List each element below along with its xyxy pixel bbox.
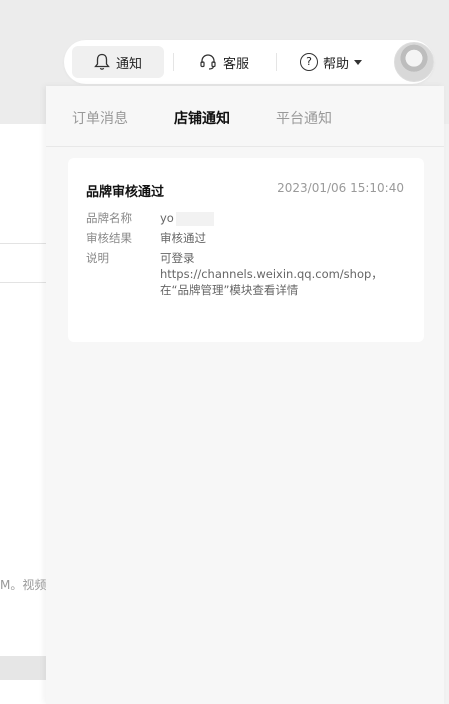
brand-name-value: yo — [160, 211, 174, 225]
redacted-block — [175, 211, 214, 226]
background-text-fragment: M。视频 — [0, 578, 47, 592]
help-dropdown[interactable]: ? 帮助 — [286, 46, 376, 78]
top-toolbar: 通知 客服 ? 帮助 — [64, 40, 434, 84]
notification-panel: 订单消息 店铺通知 平台通知 品牌审核通过 2023/01/06 15:10:4… — [46, 86, 444, 704]
review-result-label: 审核结果 — [86, 231, 132, 245]
notify-button[interactable]: 通知 — [72, 46, 164, 78]
toolbar-divider — [276, 53, 277, 71]
notify-label: 通知 — [115, 56, 142, 72]
note-link[interactable]: https://channels.weixin.qq.com/shop， — [160, 266, 383, 282]
tab-shop-notices[interactable]: 店铺通知 — [174, 108, 230, 128]
notification-time: 2023/01/06 15:10:40 — [277, 181, 404, 195]
customer-service-button[interactable]: 客服 — [182, 46, 266, 78]
tab-platform-notices[interactable]: 平台通知 — [276, 108, 332, 128]
service-label: 客服 — [222, 56, 249, 72]
chevron-down-icon — [354, 59, 362, 65]
note-label: 说明 — [86, 251, 109, 265]
help-label: 帮助 — [322, 56, 349, 72]
user-avatar[interactable] — [394, 42, 434, 82]
headset-icon — [199, 53, 217, 71]
review-result-value: 审核通过 — [160, 231, 206, 245]
brand-name-label: 品牌名称 — [86, 211, 132, 225]
toolbar-divider — [173, 53, 174, 71]
note-line-1: 可登录 — [160, 251, 195, 265]
tab-order-messages[interactable]: 订单消息 — [72, 108, 128, 128]
notification-card[interactable]: 品牌审核通过 2023/01/06 15:10:40 品牌名称 yo 审核结果 … — [68, 158, 424, 342]
note-line-3: 在“品牌管理”模块查看详情 — [160, 283, 299, 297]
bell-icon — [94, 53, 110, 71]
notification-title: 品牌审核通过 — [86, 185, 165, 200]
question-circle-icon: ? — [299, 53, 318, 71]
notification-tabs: 订单消息 店铺通知 平台通知 — [46, 86, 444, 147]
